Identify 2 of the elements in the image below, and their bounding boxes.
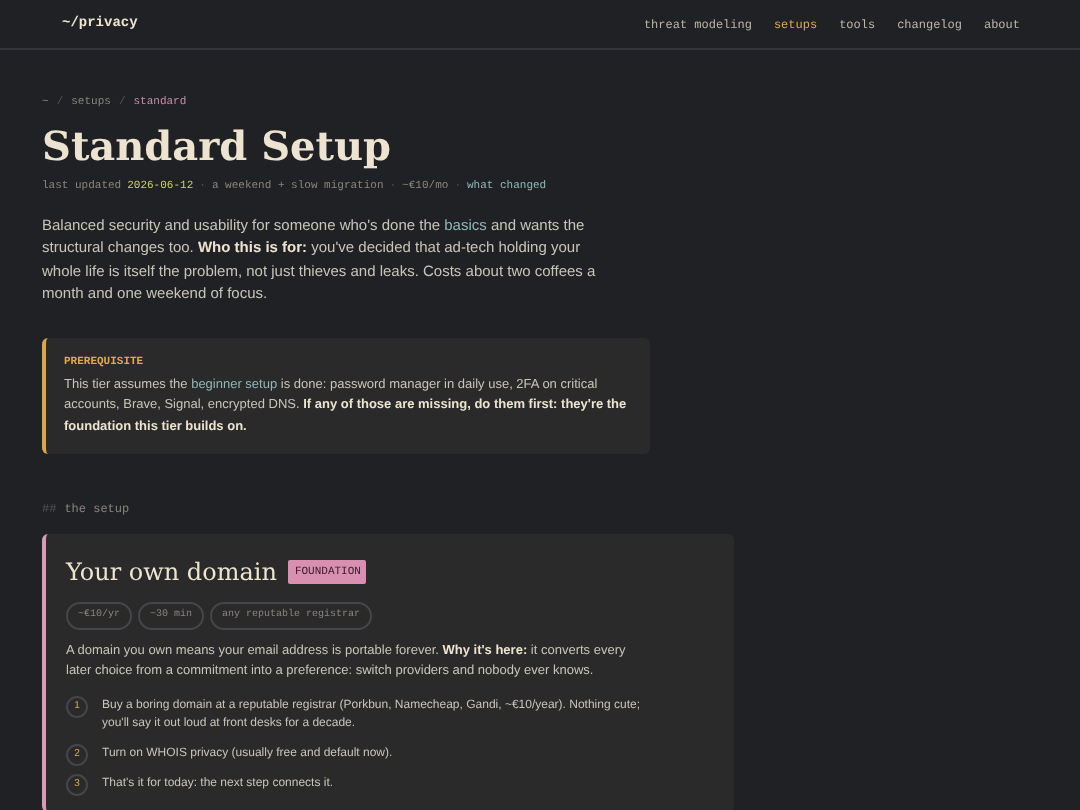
card-title: Your own domain <box>66 556 277 591</box>
page-title: Standard Setup <box>42 120 394 173</box>
